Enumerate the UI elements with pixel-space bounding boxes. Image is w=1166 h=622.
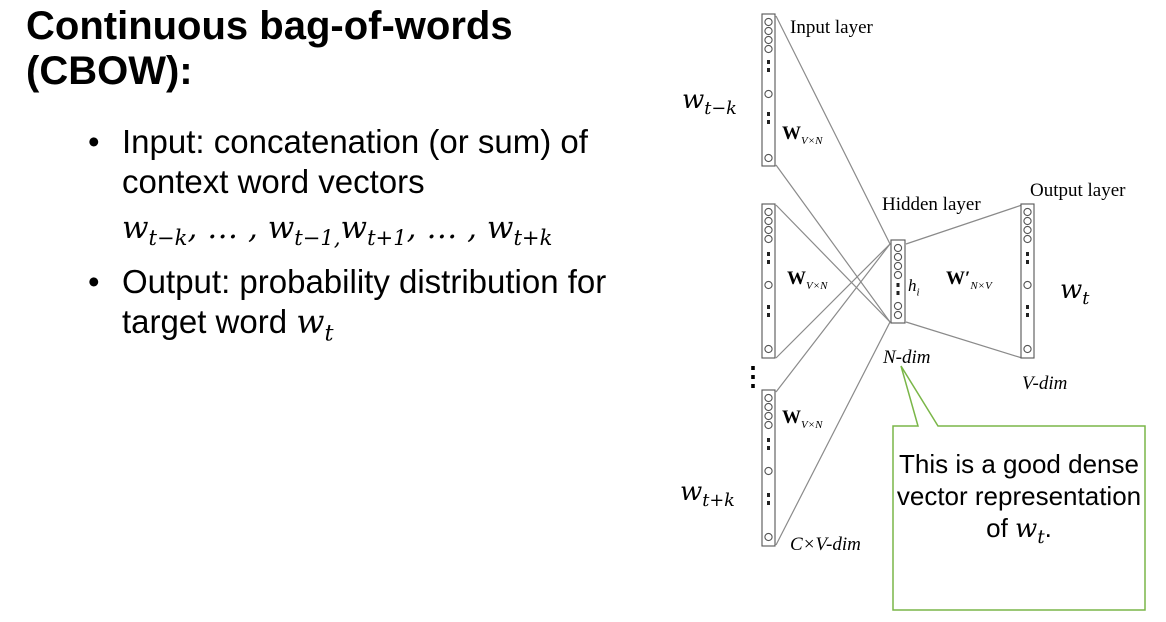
input-word-top-label: wt−k <box>682 86 737 123</box>
hidden-var-base: h <box>908 276 917 295</box>
word-base: w <box>1060 275 1083 305</box>
callout-var-base: w <box>1015 514 1038 544</box>
edge-bottom-input <box>775 243 891 393</box>
output-vector <box>1020 203 1035 359</box>
matrix-sub: V×N <box>801 418 823 431</box>
input-word-bottom-label: wt+k <box>680 478 735 515</box>
callout-var-sub: t <box>1037 527 1045 549</box>
weight-matrix-top: WV×N <box>782 124 822 151</box>
hidden-vector <box>890 239 906 324</box>
edge-top-input <box>775 164 891 323</box>
hidden-variable: hi <box>908 277 920 301</box>
n-dim-label: N-dim <box>883 347 931 368</box>
hidden-var-sub: i <box>916 286 920 299</box>
input-vector-top <box>761 13 776 167</box>
matrix-base: W <box>787 268 806 289</box>
word-base: w <box>682 85 705 115</box>
output-layer-label: Output layer <box>1030 180 1126 201</box>
vertical-ellipsis: ⋮ <box>740 361 766 391</box>
matrix-sub: N×V <box>970 279 992 292</box>
cv-dim-label: C×V-dim <box>790 534 861 555</box>
callout-box: This is a good dense vector representati… <box>893 426 1145 610</box>
weight-matrix-bottom: WV×N <box>782 408 822 435</box>
matrix-base: W <box>782 123 801 144</box>
matrix-sub: V×N <box>806 279 828 292</box>
word-sub: t <box>1082 289 1090 310</box>
input-layer-label: Input layer <box>790 17 873 38</box>
input-vector-bottom <box>761 389 776 547</box>
matrix-base: W <box>782 407 801 428</box>
word-sub: t−k <box>704 99 737 120</box>
output-word-label: wt <box>1060 276 1089 313</box>
word-sub: t+k <box>702 491 735 512</box>
hidden-layer-label: Hidden layer <box>882 194 981 215</box>
word-base: w <box>680 477 703 507</box>
weight-matrix-output: W′N×V <box>946 269 992 296</box>
callout-suffix: . <box>1044 513 1052 543</box>
matrix-sub: V×N <box>801 134 823 147</box>
matrix-base: W′ <box>946 268 971 289</box>
edge-mid-input <box>775 204 891 323</box>
callout-var: wt <box>1015 514 1045 548</box>
v-dim-label: V-dim <box>1022 373 1068 394</box>
edge-mid-input <box>775 243 891 359</box>
input-vector-middle <box>761 203 776 359</box>
weight-matrix-middle: WV×N <box>787 269 827 296</box>
